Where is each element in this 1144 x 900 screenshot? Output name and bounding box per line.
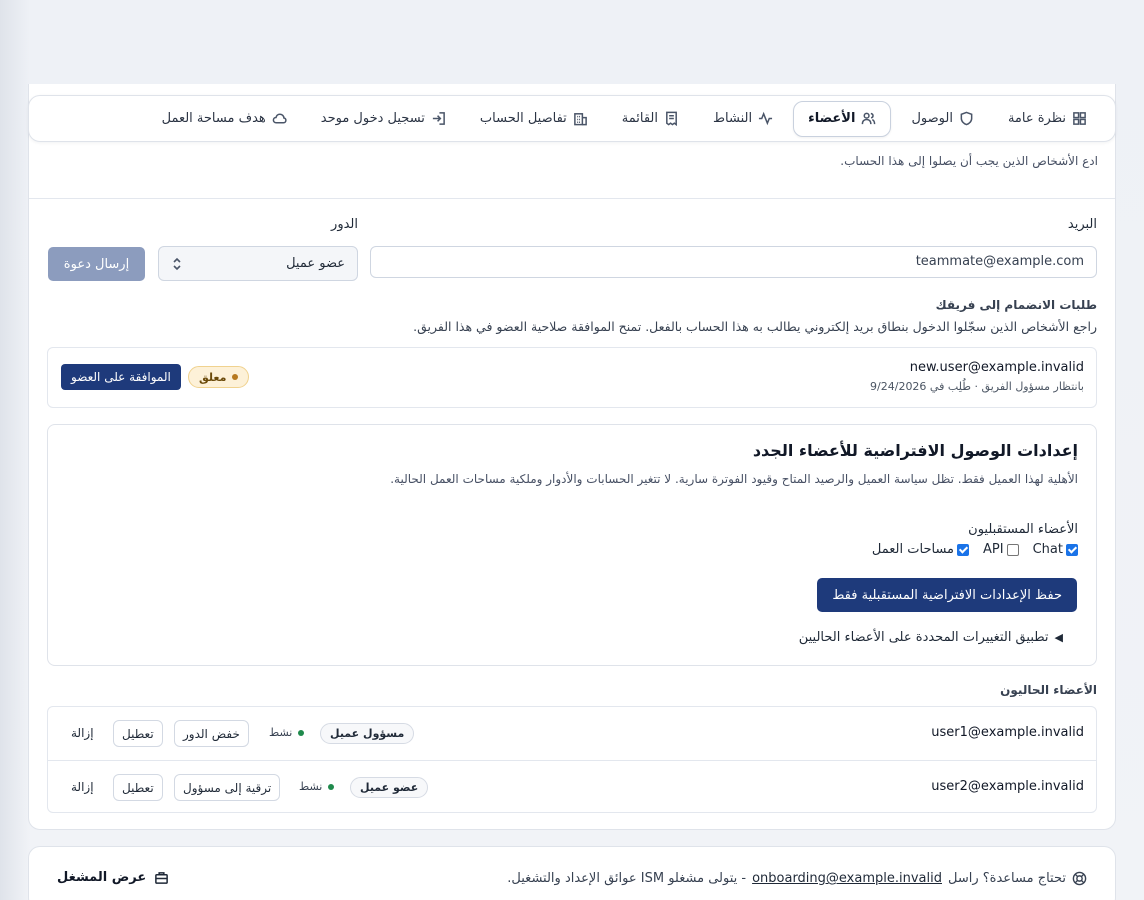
member-status: نشط [269,726,305,739]
future-members-label: الأعضاء المستقبليون [968,522,1078,537]
view-operator-button[interactable]: عرض المشغل [57,870,169,885]
table-row: user1@example.invalid مسؤول عميل نشط خفض… [48,707,1096,760]
disable-button[interactable]: تعطيل [113,774,163,801]
member-email: user1@example.invalid [931,725,1084,740]
tab-sso[interactable]: تسجيل دخول موحد [307,101,460,137]
role-label: الدور [331,217,358,232]
demote-button[interactable]: خفض الدور [174,720,249,747]
help-email-link[interactable]: onboarding@example.invalid [752,871,942,886]
help-card: تحتاج مساعدة؟ راسل onboarding@example.in… [28,846,1116,900]
email-field[interactable]: teammate@example.com [370,246,1097,278]
send-invite-button[interactable]: إرسال دعوة [48,247,145,281]
members-list: user1@example.invalid مسؤول عميل نشط خفض… [47,706,1097,813]
divider [29,198,1115,199]
role-select[interactable]: عضو عميل [158,246,358,281]
activity-icon [759,111,773,126]
role-badge: مسؤول عميل [320,723,415,744]
grid-icon [1073,112,1086,125]
tab-label: القائمة [621,111,658,126]
tab-label: هدف مساحة العمل [161,111,266,126]
approve-member-button[interactable]: الموافقة على العضو [61,364,181,390]
api-checkbox[interactable] [1006,543,1019,556]
option-label: API [983,542,1004,557]
disclosure-triangle-icon: ◀ [1054,631,1063,644]
option-label: Chat [1032,542,1063,557]
email-label: البريد [1067,217,1097,232]
workspaces-checkbox[interactable] [957,543,970,556]
request-subtitle: بانتظار مسؤول الفريق · طُلِب في 9/24/202… [870,380,1084,393]
apply-existing-toggle[interactable]: ◀ تطبيق التغييرات المحددة على الأعضاء ال… [799,630,1063,645]
promote-button[interactable]: ترقية إلى مسؤول [174,774,281,801]
background-shade [0,0,30,900]
receipt-icon [666,111,677,126]
tab-activity[interactable]: النشاط [699,101,787,137]
help-suffix: - يتولى مشغلو ISM عوائق الإعداد والتشغيل… [507,871,747,886]
status-badge: معلق [188,366,250,388]
status-label: معلق [199,370,227,384]
join-requests-title: طلبات الانضمام إلى فريقك [935,298,1097,312]
defaults-title: إعدادات الوصول الافتراضية للأعضاء الجدد [752,441,1078,460]
disable-button[interactable]: تعطيل [113,720,163,747]
operator-label: عرض المشغل [57,870,147,885]
remove-button[interactable]: إزالة [71,726,94,740]
invite-description: ادع الأشخاص الذين يجب أن يصلوا إلى هذا ا… [840,154,1098,168]
save-future-defaults-button[interactable]: حفظ الإعدادات الافتراضية المستقبلية فقط [817,578,1077,612]
status-dot [232,374,239,380]
tab-list[interactable]: القائمة [608,101,693,137]
option-chat[interactable]: Chat [1033,542,1078,557]
request-email: new.user@example.invalid [909,360,1084,375]
join-requests-description: راجع الأشخاص الذين سجّلوا الدخول بنطاق ب… [413,319,1097,334]
tab-members[interactable]: الأعضاء [793,100,892,137]
sign-in-icon [432,112,445,125]
option-workspaces[interactable]: مساحات العمل [871,542,970,557]
tab-label: الأعضاء [808,111,856,126]
option-api[interactable]: API [983,542,1019,557]
tab-bar: نظرة عامة الوصول الأعضاء النشاط القائمة … [28,95,1116,142]
current-members-title: الأعضاء الحاليون [1000,683,1097,697]
lifebuoy-icon [1072,871,1087,886]
chat-checkbox[interactable] [1066,543,1078,556]
member-email: user2@example.invalid [931,779,1084,794]
remove-button[interactable]: إزالة [71,780,94,794]
status-label: نشط [269,726,293,739]
tab-label: النشاط [713,111,753,126]
tab-overview[interactable]: نظرة عامة [994,101,1101,137]
active-dot [298,729,305,736]
access-options: Chat API مساحات العمل [872,542,1078,557]
defaults-description: الأهلية لهذا العميل فقط. تظل سياسة العمي… [390,472,1078,486]
tab-label: نظرة عامة [1007,111,1066,126]
active-dot [328,783,335,790]
role-badge: عضو عميل [350,777,429,798]
briefcase-icon [155,872,169,884]
chevron-up-down-icon [173,257,181,270]
help-prefix: تحتاج مساعدة؟ راسل [948,871,1066,886]
default-access-settings: إعدادات الوصول الافتراضية للأعضاء الجدد … [47,424,1097,666]
role-value: عضو عميل [286,256,345,271]
apply-existing-label: تطبيق التغييرات المحددة على الأعضاء الحا… [798,630,1049,645]
status-label: نشط [299,780,323,793]
help-line: تحتاج مساعدة؟ راسل onboarding@example.in… [507,871,1087,886]
member-status: نشط [299,780,335,793]
join-request-item: new.user@example.invalid بانتظار مسؤول ا… [47,347,1097,408]
tab-access[interactable]: الوصول [897,101,988,137]
option-label: مساحات العمل [871,542,955,557]
email-value: teammate@example.com [915,254,1084,269]
cloud-icon [272,113,287,124]
tab-account-details[interactable]: تفاصيل الحساب [466,101,602,137]
tab-label: تسجيل دخول موحد [320,111,425,126]
tab-label: الوصول [911,111,953,126]
users-icon [862,112,876,125]
building-icon [573,113,587,126]
table-row: user2@example.invalid عضو عميل نشط ترقية… [48,760,1096,813]
tab-label: تفاصيل الحساب [479,111,567,126]
tab-workspace-target[interactable]: هدف مساحة العمل [148,101,301,137]
shield-icon [960,111,973,126]
